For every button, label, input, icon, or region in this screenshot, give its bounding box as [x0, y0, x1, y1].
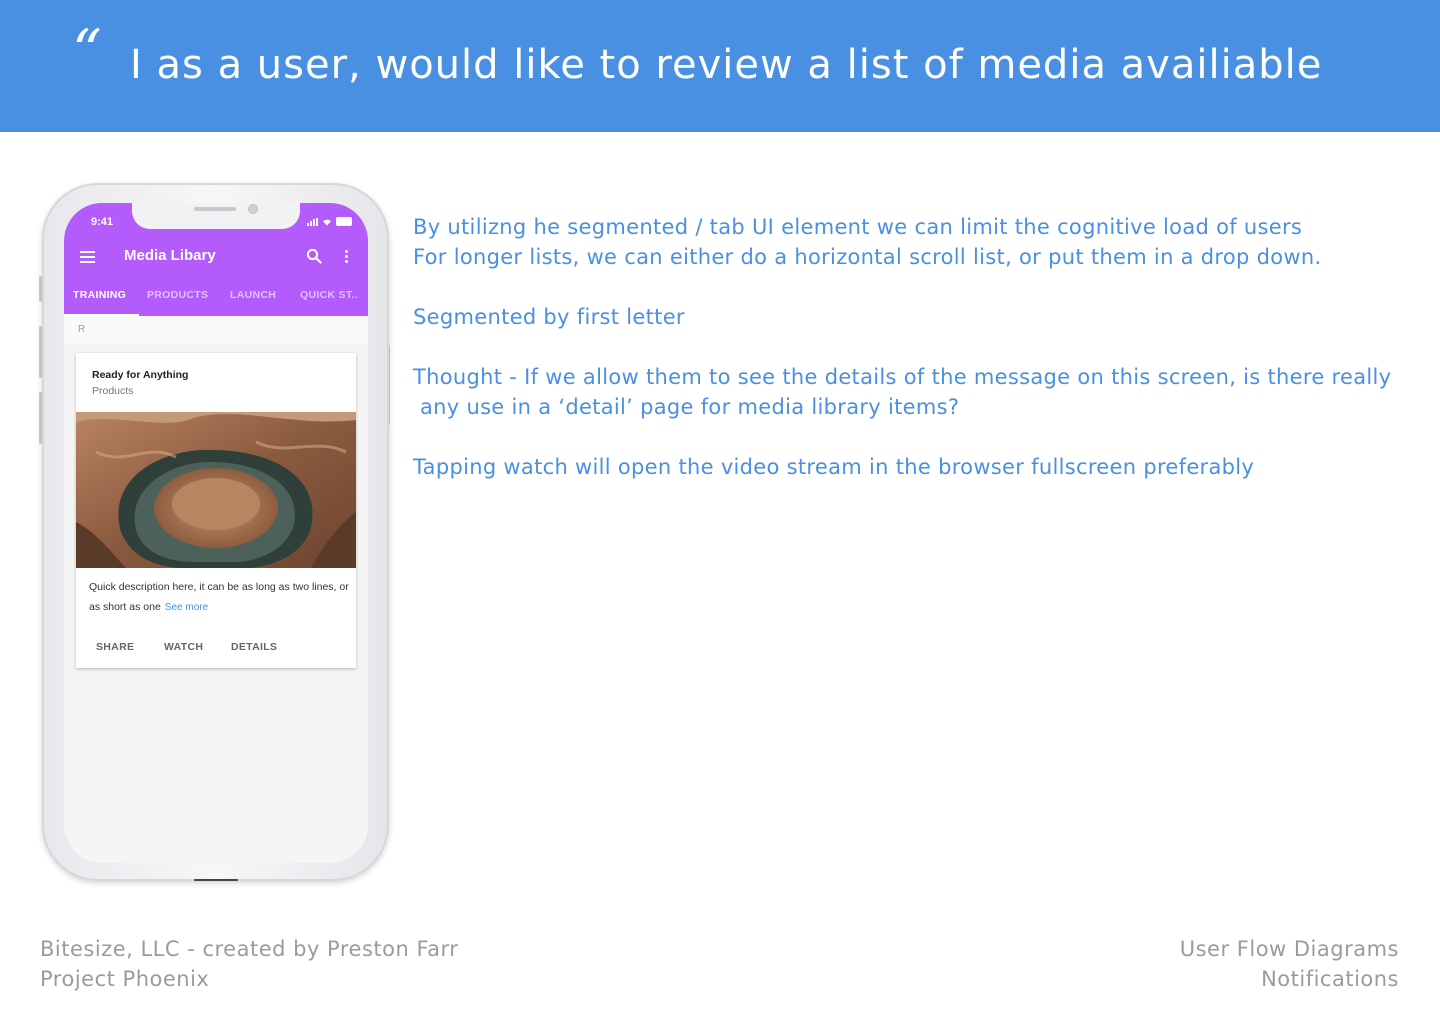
- note-line: Thought - If we allow them to see the de…: [413, 365, 1392, 389]
- phone-notch: [132, 203, 300, 229]
- card-subtitle: Products: [92, 385, 134, 397]
- note-line: For longer lists, we can either do a hor…: [413, 245, 1322, 269]
- footer-company: Bitesize, LLC - created by Preston Farr: [40, 937, 459, 961]
- battery-icon: [336, 217, 352, 226]
- note-line: By utilizng he segmented / tab UI elemen…: [413, 215, 1303, 239]
- card-description-text: Quick description here, it can be as lon…: [89, 581, 349, 613]
- signal-icon: [307, 217, 318, 226]
- card-image-canyon: [76, 412, 356, 568]
- search-icon[interactable]: [306, 248, 322, 264]
- footer-left: Bitesize, LLC - created by Preston Farr …: [40, 934, 458, 994]
- quote-mark: “: [72, 17, 102, 85]
- media-card[interactable]: Ready for Anything Products Quick descri…: [76, 353, 356, 668]
- tab-bar: TRAINING PRODUCTS LAUNCH QUICK ST..: [64, 285, 368, 316]
- front-camera: [248, 204, 258, 214]
- header-banner: “ I as a user, would like to review a li…: [0, 0, 1440, 132]
- speaker-grille: [194, 207, 236, 211]
- footer-section: User Flow Diagrams: [1179, 937, 1399, 961]
- footer-page: Notifications: [1261, 967, 1399, 991]
- notes-text: By utilizng he segmented / tab UI elemen…: [413, 212, 1433, 482]
- see-more-link[interactable]: See more: [165, 602, 208, 613]
- card-description: Quick description here, it can be as lon…: [89, 577, 349, 618]
- wifi-icon: [323, 219, 331, 225]
- canyon-image: [76, 412, 356, 568]
- page-title: I as a user, would like to review a list…: [130, 42, 1323, 88]
- phone-mockup: 9:41 Media Libary TRAINING PRODUCTS LAUN…: [42, 183, 389, 881]
- tab-training[interactable]: TRAINING: [73, 289, 126, 301]
- tab-products[interactable]: PRODUCTS: [147, 289, 208, 301]
- footer-project: Project Phoenix: [40, 967, 210, 991]
- status-icons: [307, 217, 352, 226]
- note-line: Segmented by first letter: [413, 305, 685, 329]
- home-indicator: [194, 879, 238, 881]
- more-vert-icon[interactable]: [345, 250, 349, 264]
- share-button[interactable]: SHARE: [96, 641, 134, 653]
- note-line: Tapping watch will open the video stream…: [413, 455, 1255, 479]
- footer-right: User Flow Diagrams Notifications: [1180, 934, 1399, 994]
- section-letter-header: R: [64, 316, 368, 344]
- app-title: Media Libary: [124, 247, 216, 264]
- watch-button[interactable]: WATCH: [164, 641, 203, 653]
- phone-screen: 9:41 Media Libary TRAINING PRODUCTS LAUN…: [64, 203, 368, 863]
- details-button[interactable]: DETAILS: [231, 641, 277, 653]
- tab-launch[interactable]: LAUNCH: [230, 289, 276, 301]
- status-time: 9:41: [91, 216, 114, 228]
- section-letter: R: [78, 324, 86, 335]
- hamburger-menu-icon[interactable]: [80, 251, 95, 263]
- tab-quick-start[interactable]: QUICK ST..: [300, 289, 358, 301]
- card-title: Ready for Anything: [92, 369, 189, 381]
- note-line: any use in a ‘detail’ page for media lib…: [413, 395, 960, 419]
- card-actions: SHARE WATCH DETAILS: [76, 641, 356, 661]
